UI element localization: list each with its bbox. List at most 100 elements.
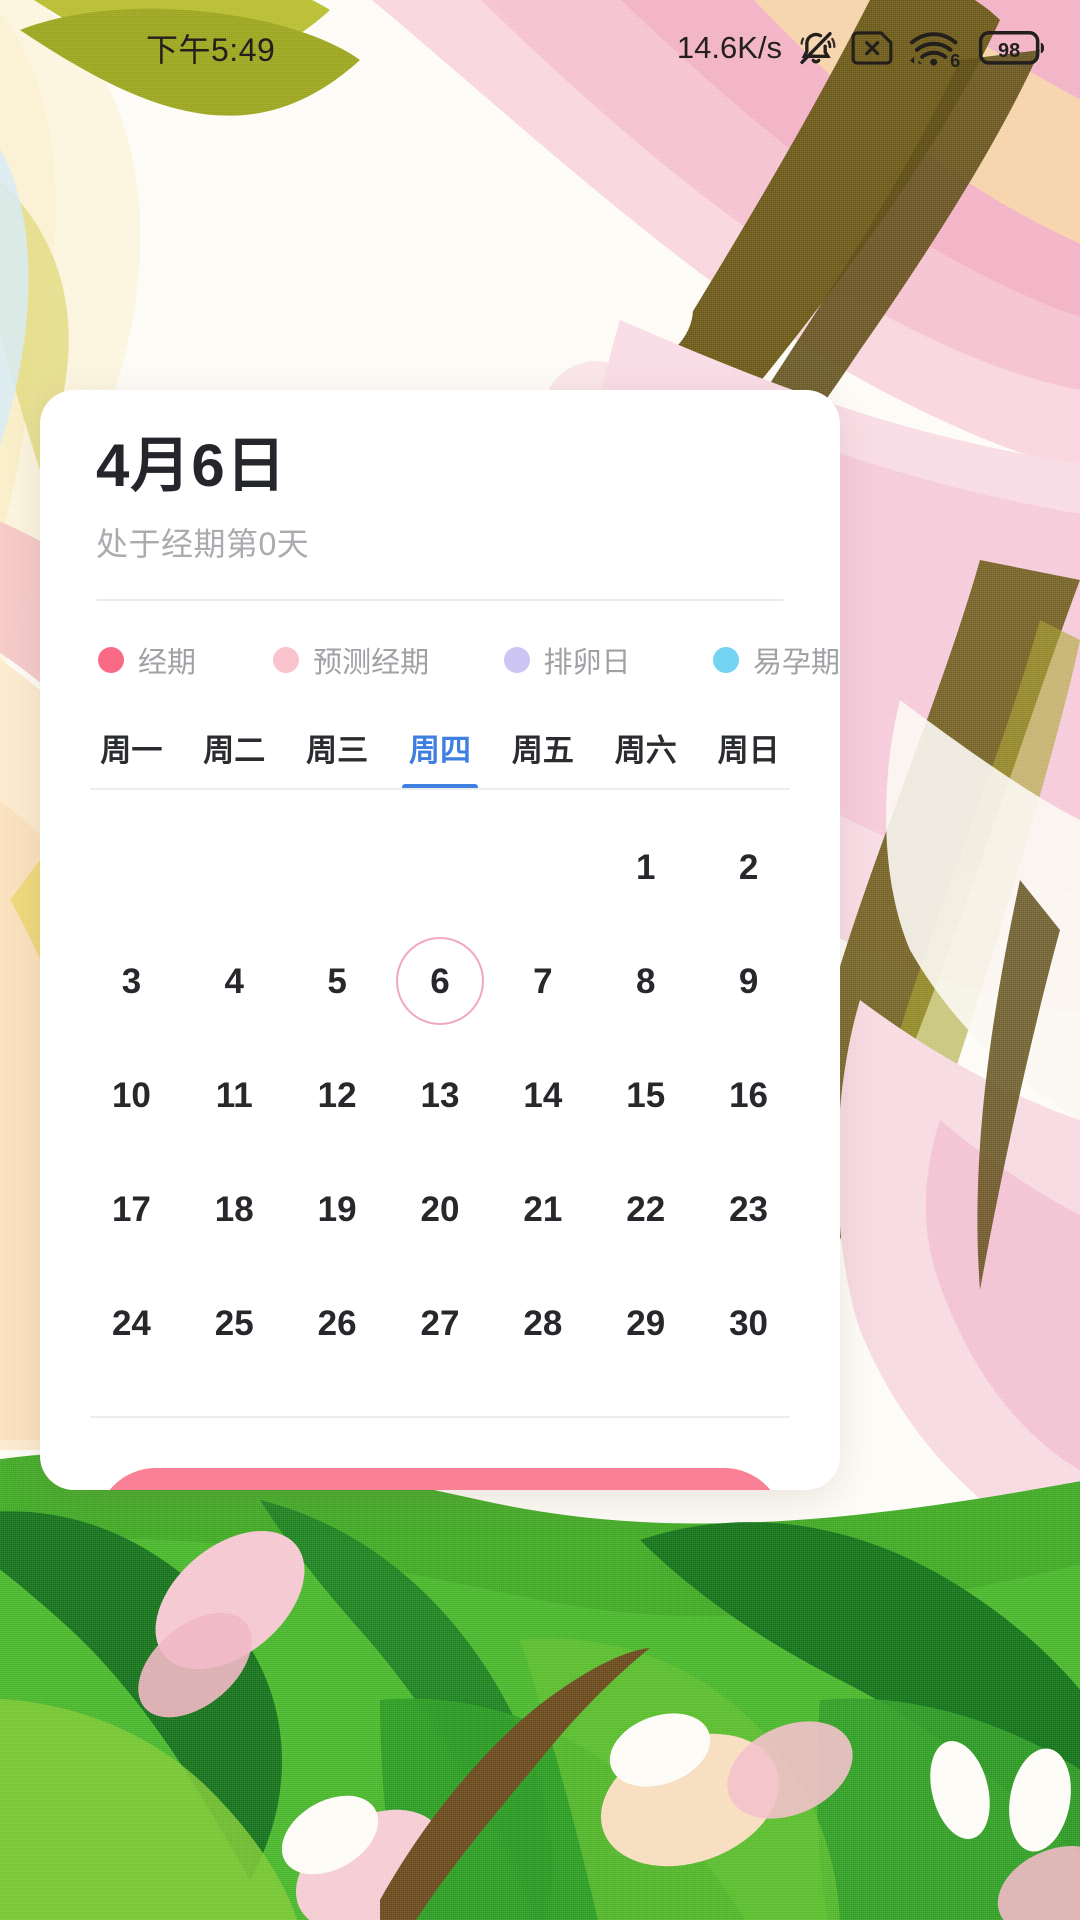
weekday-sun[interactable]: 周日 — [697, 725, 800, 790]
status-clock: 下午5:49 — [146, 32, 276, 68]
weekday-wed[interactable]: 周三 — [286, 725, 389, 790]
legend-item-predicted-period: 预测经期 — [273, 639, 503, 681]
day-number: 24 — [111, 1303, 151, 1343]
day-cell[interactable]: 18 — [183, 1152, 286, 1266]
weekday-sat[interactable]: 周六 — [594, 725, 697, 790]
day-cell[interactable]: 28 — [491, 1266, 594, 1380]
weekday-thu[interactable]: 周四 — [389, 725, 492, 790]
day-number: 30 — [729, 1303, 769, 1343]
day-cell[interactable]: 21 — [491, 1152, 594, 1266]
day-cell[interactable]: 27 — [389, 1266, 492, 1380]
weekday-mon[interactable]: 周一 — [80, 725, 183, 790]
day-cell-blank — [389, 810, 492, 924]
weekday-tue[interactable]: 周二 — [183, 725, 286, 790]
day-cell[interactable]: 22 — [594, 1152, 697, 1266]
day-number: 8 — [635, 961, 656, 1001]
calendar-grid: 1 2 3 4 5 6 7 8 9 10 11 12 13 14 15 16 1… — [40, 790, 840, 1380]
day-number: 6 — [430, 961, 450, 1001]
mute-bell-icon — [796, 28, 836, 68]
day-cell[interactable]: 26 — [286, 1266, 389, 1380]
day-cell[interactable]: 30 — [697, 1266, 800, 1380]
legend-label-predicted-period: 预测经期 — [313, 647, 430, 679]
day-number: 3 — [121, 961, 142, 1001]
legend: 经期 预测经期 排卵日 易孕期 — [40, 601, 840, 681]
legend-item-fertile-window: 易孕期 — [712, 639, 840, 681]
wifi-6-icon: 6 — [908, 28, 964, 68]
period-tracker-card: 4月6日 处于经期第0天 经期 预测经期 排卵日 易孕期 周一 周二 周三 周四… — [40, 390, 840, 1490]
no-sim-icon — [850, 30, 894, 66]
legend-dot-period — [98, 647, 124, 673]
day-cell[interactable]: 15 — [594, 1038, 697, 1152]
day-cell[interactable]: 4 — [183, 924, 286, 1038]
day-cell[interactable]: 16 — [697, 1038, 800, 1152]
day-number: 23 — [729, 1189, 769, 1229]
day-cell[interactable]: 1 — [594, 810, 697, 924]
status-bar-right: 14.6K/s 6 98 — [677, 28, 1046, 68]
legend-label-fertile-window: 易孕期 — [752, 647, 840, 679]
day-cell[interactable]: 7 — [491, 924, 594, 1038]
day-cell[interactable]: 9 — [697, 924, 800, 1038]
day-number: 19 — [317, 1189, 357, 1229]
day-cell[interactable]: 14 — [491, 1038, 594, 1152]
day-number: 9 — [738, 961, 759, 1001]
day-number: 25 — [214, 1303, 254, 1343]
day-number: 13 — [420, 1075, 460, 1115]
day-cell[interactable]: 8 — [594, 924, 697, 1038]
day-number: 14 — [523, 1075, 563, 1115]
day-cell[interactable]: 5 — [286, 924, 389, 1038]
weekday-fri[interactable]: 周五 — [491, 725, 594, 790]
period-status-text: 处于经期第0天 — [96, 526, 310, 562]
legend-dot-predicted-period — [273, 647, 300, 673]
day-number: 5 — [327, 961, 347, 1001]
day-cell[interactable]: 20 — [389, 1152, 492, 1266]
phone-screen: 下午5:49 14.6K/s 6 98 4月6日 处于经期第0天 经期 预测经期… — [0, 0, 1080, 1920]
day-cell[interactable]: 19 — [286, 1152, 389, 1266]
day-cell[interactable]: 17 — [80, 1152, 183, 1266]
day-cell[interactable]: 3 — [80, 924, 183, 1038]
day-number: 16 — [729, 1075, 769, 1115]
day-cell[interactable]: 10 — [80, 1038, 183, 1152]
legend-dot-ovulation-day — [503, 647, 530, 673]
weekday-divider — [90, 788, 790, 790]
weekday-header-row: 周一 周二 周三 周四 周五 周六 周日 — [40, 681, 840, 790]
day-cell[interactable]: 24 — [80, 1266, 183, 1380]
legend-item-ovulation-day: 排卵日 — [503, 639, 713, 681]
day-cell-blank — [80, 810, 183, 924]
day-cell[interactable]: 29 — [594, 1266, 697, 1380]
day-number: 29 — [626, 1303, 666, 1343]
legend-item-period: 经期 — [98, 639, 273, 681]
day-number: 20 — [420, 1189, 460, 1229]
day-number: 11 — [215, 1075, 253, 1115]
cta-container: 填写信息，记录经期 — [40, 1418, 840, 1490]
day-cell-today[interactable]: 6 — [389, 924, 492, 1038]
day-number: 15 — [626, 1075, 666, 1115]
battery-level-text: 98 — [998, 40, 1020, 62]
day-cell[interactable]: 25 — [183, 1266, 286, 1380]
day-cell[interactable]: 13 — [389, 1038, 492, 1152]
record-period-button[interactable]: 填写信息，记录经期 — [96, 1468, 784, 1490]
day-number: 7 — [533, 961, 553, 1001]
day-number: 12 — [317, 1075, 357, 1115]
day-cell[interactable]: 11 — [183, 1038, 286, 1152]
legend-label-period: 经期 — [138, 647, 197, 679]
status-bar-left: 下午5:49 — [36, 25, 275, 71]
day-number: 26 — [317, 1303, 357, 1343]
day-cell-blank — [183, 810, 286, 924]
day-number: 28 — [523, 1303, 563, 1343]
day-number: 21 — [523, 1189, 563, 1229]
day-number: 4 — [224, 961, 244, 1001]
day-cell[interactable]: 2 — [697, 810, 800, 924]
day-number: 27 — [420, 1303, 460, 1343]
page-title: 4月6日 — [96, 432, 287, 499]
day-cell[interactable]: 23 — [697, 1152, 800, 1266]
day-cell[interactable]: 12 — [286, 1038, 389, 1152]
day-number: 22 — [626, 1189, 666, 1229]
legend-dot-fertile-window — [712, 647, 739, 673]
day-number: 2 — [738, 847, 759, 887]
battery-icon: 98 — [978, 29, 1046, 67]
day-cell-blank — [491, 810, 594, 924]
day-number: 17 — [111, 1189, 151, 1229]
status-bar: 下午5:49 14.6K/s 6 98 — [0, 0, 1080, 96]
legend-label-ovulation-day: 排卵日 — [543, 647, 631, 679]
day-number: 1 — [635, 847, 656, 887]
